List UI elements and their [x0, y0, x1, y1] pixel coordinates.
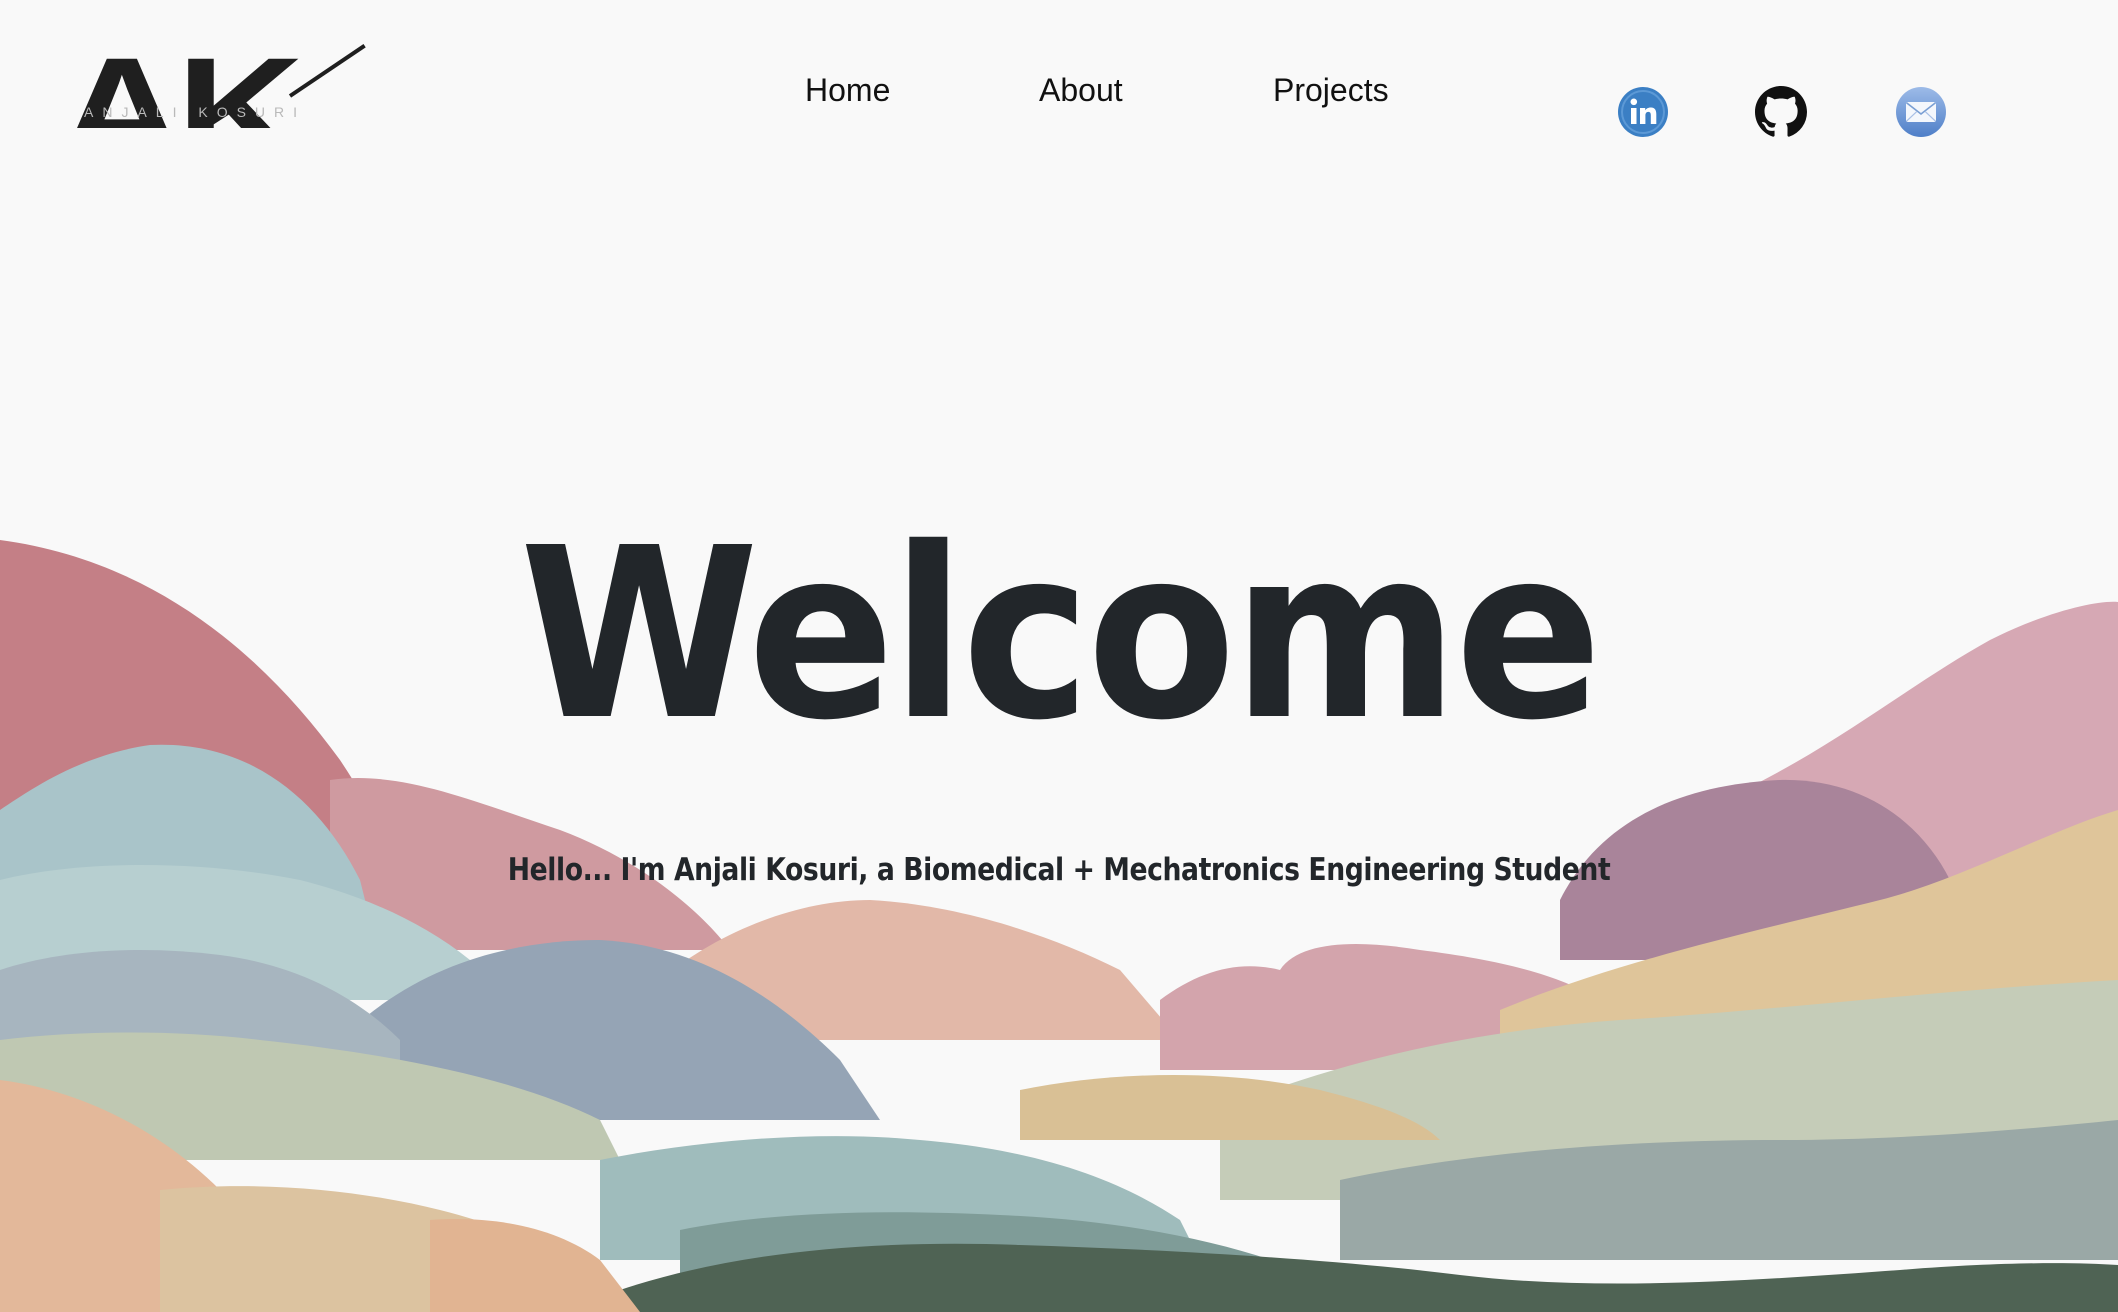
logo-slash	[288, 44, 366, 98]
site-header: AK ANJALI KOSURI Home About Projects	[0, 0, 2118, 200]
mail-icon	[1896, 87, 1946, 137]
logo-band	[58, 128, 378, 162]
nav-projects-link[interactable]: Projects	[1273, 72, 1389, 109]
email-link[interactable]	[1895, 86, 1947, 138]
logo-subtitle: ANJALI KOSURI	[84, 104, 307, 120]
nav-home-link[interactable]: Home	[805, 72, 890, 109]
hero-subtitle: Hello... I'm Anjali Kosuri, a Biomedical…	[507, 852, 1611, 888]
linkedin-icon	[1618, 87, 1668, 137]
github-link[interactable]	[1755, 86, 1807, 138]
logo[interactable]: AK ANJALI KOSURI	[58, 35, 378, 185]
github-icon	[1755, 86, 1807, 137]
nav-about-link[interactable]: About	[1039, 72, 1123, 109]
hero-title: Welcome	[519, 497, 1602, 772]
page: AK ANJALI KOSURI Home About Projects Wel…	[0, 0, 2118, 1312]
linkedin-link[interactable]	[1617, 86, 1669, 138]
